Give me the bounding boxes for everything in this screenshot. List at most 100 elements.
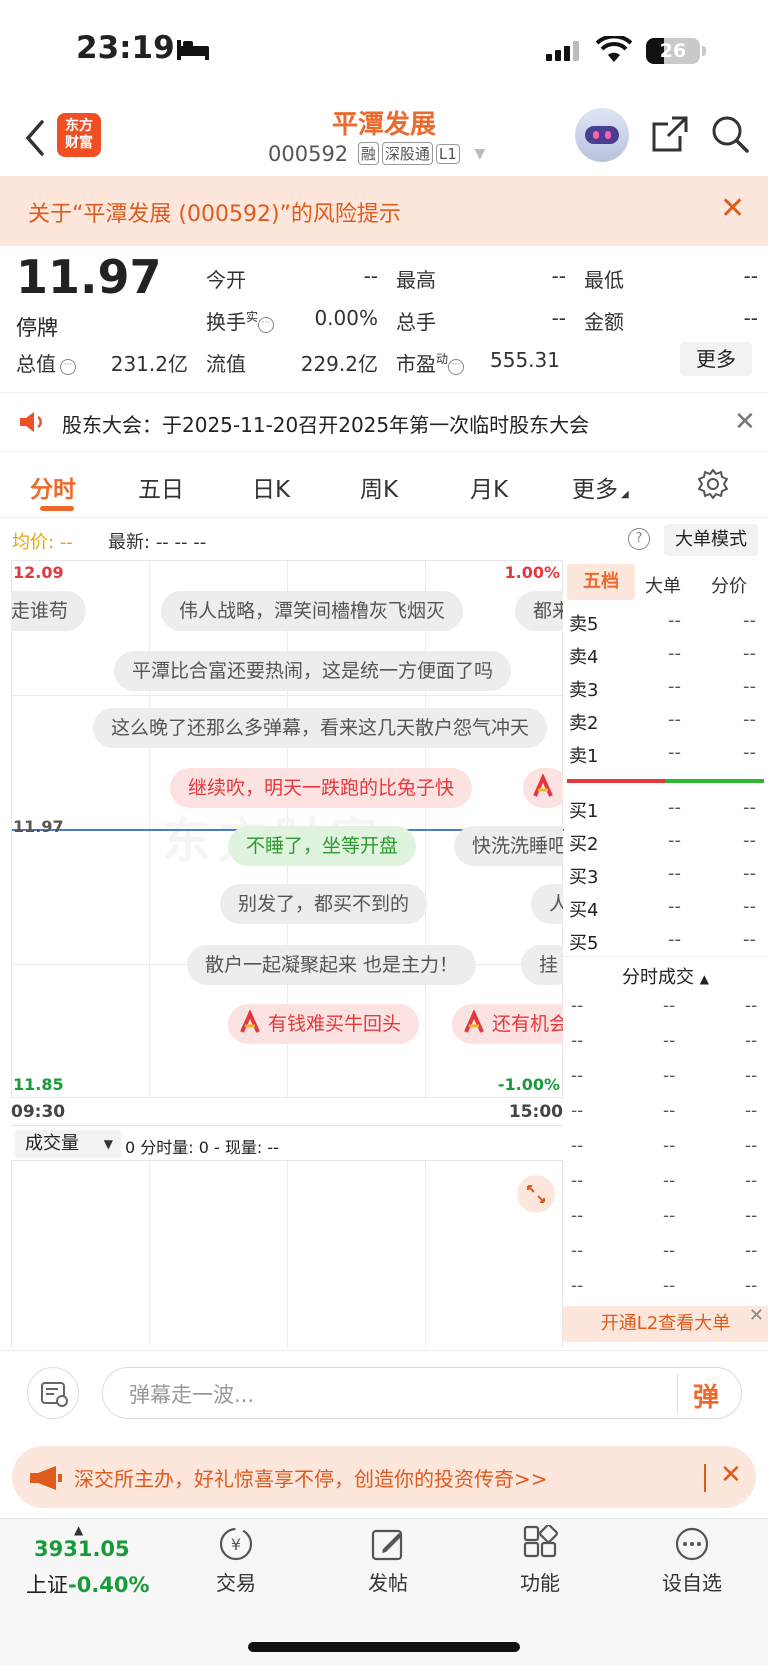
close-icon[interactable]: ✕ xyxy=(749,1298,764,1334)
speaker-icon xyxy=(20,412,42,432)
tick-row: -- -- -- xyxy=(571,1241,758,1261)
time-axis-end: 15:00 xyxy=(508,1102,563,1122)
volume-value: -- xyxy=(551,306,566,330)
tab-five-day[interactable]: 五日 xyxy=(138,470,184,504)
tab-price-dist[interactable]: 分价 xyxy=(711,572,747,598)
current-price: 11.97 xyxy=(16,250,162,304)
tab-add-watchlist[interactable]: 设自选 xyxy=(652,1525,732,1596)
danmaku-bubble[interactable]: 有钱难买牛回头 xyxy=(228,1004,420,1044)
gift-icon xyxy=(240,1010,260,1033)
send-danmaku-button[interactable]: 弹 xyxy=(693,1377,719,1414)
tab-daily-k[interactable]: 日K xyxy=(252,470,290,504)
info-icon: ··· xyxy=(258,317,275,333)
volume-label: 总手 xyxy=(396,310,436,334)
expand-up-icon: ▲ xyxy=(74,1523,84,1537)
tick-row: -- -- -- xyxy=(571,996,758,1016)
market-cap-label[interactable]: 总值 ··· xyxy=(16,348,76,377)
price-info-line: 均价: -- 最新: -- -- -- ? 大单模式 xyxy=(0,522,768,558)
danmaku-bubble[interactable]: 还有机会 xyxy=(452,1004,563,1044)
megaphone-icon xyxy=(30,1466,62,1490)
tab-trade[interactable]: ¥ 交易 xyxy=(196,1525,276,1596)
tag-margin: 融 xyxy=(357,142,379,165)
tag-connect: 深股通 xyxy=(381,142,433,165)
tab-functions[interactable]: 功能 xyxy=(500,1525,580,1596)
svg-text:¥: ¥ xyxy=(231,1535,241,1554)
status-time: 23:19 xyxy=(76,30,175,66)
tick-row: -- -- -- xyxy=(571,1101,758,1121)
indicator-select[interactable]: 成交量 ▼ xyxy=(15,1130,121,1158)
tab-more[interactable]: 更多 ◢ xyxy=(572,470,629,504)
tick-row: -- -- -- xyxy=(571,1066,758,1086)
risk-warning-banner[interactable]: 关于“平潭发展 (000592)”的风险提示 ✕ xyxy=(0,176,768,246)
tab-weekly-k[interactable]: 周K xyxy=(360,470,398,504)
danmaku-bubble[interactable]: 继续吹，明天一跌跑的比兔子快 xyxy=(170,768,473,808)
tick-row: -- -- -- xyxy=(571,1031,758,1051)
volume-info: 0 分时量: 0 - 现量: -- xyxy=(125,1138,279,1157)
danmaku-bubble[interactable]: 别发了，都买不到的 xyxy=(220,884,428,924)
more-button[interactable]: 更多 xyxy=(680,342,752,376)
tab-intraday[interactable]: 分时 xyxy=(30,470,76,504)
turnover-label[interactable]: 换手实 ··· xyxy=(206,306,275,335)
danmaku-input-placeholder: 弹幕走一波... xyxy=(129,1383,255,1407)
promo-banner[interactable]: 深交所主办，好礼惊喜享不停，创造你的投资传奇>> ✕ xyxy=(12,1446,756,1508)
trade-icon: ¥ xyxy=(219,1527,253,1561)
pe-value: 555.31 xyxy=(490,348,560,372)
danmaku-bubble[interactable]: 这么晚了还那么多弹幕，看来这几天散户怨气冲天 xyxy=(93,708,548,748)
big-order-mode-button[interactable]: 大单模式 xyxy=(664,524,758,556)
stock-code: 000592 xyxy=(268,142,349,166)
danmaku-gift-bubble[interactable] xyxy=(523,768,563,808)
amount-value: -- xyxy=(743,306,758,330)
low-label: 最低 xyxy=(584,268,624,292)
danmaku-input-bar: 弹幕走一波... 弹 xyxy=(0,1350,768,1434)
quote-panel: 11.97 停牌 今开 -- 最高 -- 最低 -- 换手实 ··· 0.00% … xyxy=(0,246,768,386)
tab-monthly-k[interactable]: 月K xyxy=(470,470,508,504)
stock-code-row[interactable]: 000592 融深股通 L1 ▼ xyxy=(268,142,485,166)
close-icon[interactable]: ✕ xyxy=(734,407,756,437)
l2-upgrade-banner[interactable]: 开通L2查看大单 ✕ xyxy=(563,1305,768,1342)
latest-price: 最新: -- -- -- xyxy=(108,532,207,553)
danmaku-bubble[interactable]: 平潭比合富还要热闹，这是统一方便面了吗 xyxy=(114,651,512,691)
expand-icon[interactable] xyxy=(517,1175,555,1213)
danmaku-bubble[interactable]: 挂 xyxy=(521,945,563,985)
close-icon[interactable]: ✕ xyxy=(720,1460,742,1490)
danmaku-bubble[interactable]: 伟人战略，潭笑间檣橹灰飞烟灭 xyxy=(161,591,464,631)
ai-assistant-avatar[interactable] xyxy=(575,108,629,162)
danmaku-bubble[interactable]: 走谁苟 xyxy=(11,591,87,631)
close-icon[interactable]: ✕ xyxy=(720,194,745,224)
volume-chart[interactable] xyxy=(11,1160,563,1349)
market-cap-value: 231.2亿 xyxy=(110,352,188,376)
danmaku-bubble[interactable]: 不睡了，坐等开盘 xyxy=(228,826,417,866)
danmaku-bubble[interactable]: 都来 xyxy=(515,591,563,631)
order-book-panel: 五档 大单 分价 卖5 -- -- 卖4 -- -- 卖3 -- -- 卖2 -- -- 卖1-… xyxy=(563,560,768,1340)
tab-post[interactable]: 发帖 xyxy=(348,1525,428,1596)
danmaku-bubble[interactable]: 散户一起凝聚起来 也是主力！ xyxy=(187,945,477,985)
danmaku-bubble[interactable]: 人 xyxy=(531,884,563,924)
settings-gear-icon[interactable] xyxy=(697,468,729,500)
tick-row: -- -- -- xyxy=(571,1136,758,1156)
amount-label: 金额 xyxy=(584,310,624,334)
time-axis-start: 09:30 xyxy=(11,1102,66,1122)
tick-trades-header[interactable]: 分时成交 ▲ xyxy=(563,956,768,989)
danmaku-bubble[interactable]: 快洗洗睡吧 xyxy=(454,826,563,866)
gift-icon xyxy=(464,1010,484,1033)
danmaku-input[interactable]: 弹幕走一波... 弹 xyxy=(102,1367,742,1419)
ask-row: 卖1 -- -- xyxy=(569,742,756,767)
ask-row: 卖3 -- -- xyxy=(569,676,756,701)
announcement-bar[interactable]: 股东大会：于2025-11-20召开2025年第一次临时股东大会 ✕ xyxy=(0,392,768,452)
share-icon[interactable] xyxy=(650,114,690,154)
home-indicator[interactable] xyxy=(248,1642,520,1652)
gift-icon xyxy=(533,774,553,797)
edit-post-icon xyxy=(371,1529,403,1561)
battery-level: 26 xyxy=(659,40,687,62)
bid-ask-ratio-bar xyxy=(567,779,764,783)
danmaku-settings-button[interactable] xyxy=(27,1367,79,1419)
high-label: 最高 xyxy=(396,268,436,292)
tab-five-levels[interactable]: 五档 xyxy=(567,564,635,600)
float-cap-value: 229.2亿 xyxy=(300,352,378,376)
search-icon[interactable] xyxy=(710,114,750,154)
promo-text: 深交所主办，好礼惊喜享不停，创造你的投资传奇>> xyxy=(74,1467,548,1491)
help-icon[interactable]: ? xyxy=(628,528,650,550)
bid-row: 买3 -- -- xyxy=(569,863,756,888)
tab-big-orders[interactable]: 大单 xyxy=(645,572,681,598)
pe-label[interactable]: 市盈动 ··· xyxy=(396,348,465,377)
